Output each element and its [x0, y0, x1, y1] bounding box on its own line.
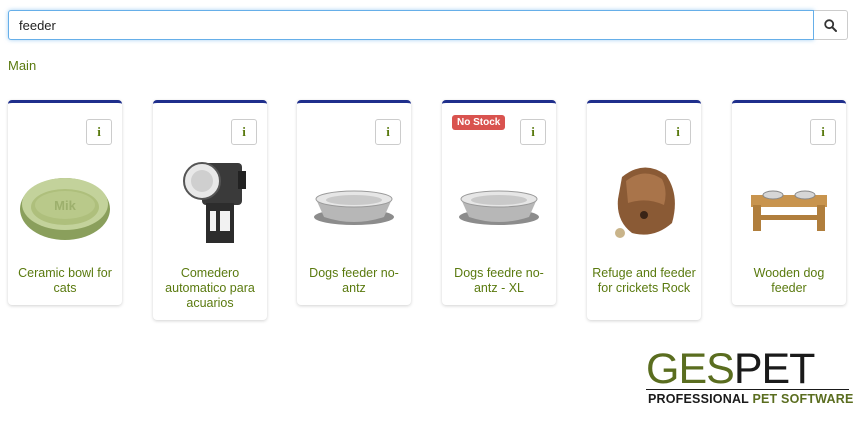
breadcrumb[interactable]: Main [8, 58, 36, 73]
product-card[interactable]: i Mik Ceramic bowl for cats [8, 100, 122, 305]
steel-bowl-image [459, 190, 539, 225]
product-title[interactable]: Dogs feeder no-antz [301, 266, 407, 296]
product-title[interactable]: Ceramic bowl for cats [12, 266, 118, 296]
logo-divider [646, 389, 849, 390]
rock-refuge-image [615, 167, 675, 238]
product-title[interactable]: Dogs feedre no-antz - XL [446, 266, 552, 296]
no-stock-badge: No Stock [452, 115, 506, 130]
logo-wordmark: GESPET [646, 345, 815, 393]
search-input[interactable] [8, 10, 814, 40]
product-title[interactable]: Refuge and feeder for crickets Rock [591, 266, 697, 296]
info-button[interactable]: i [86, 119, 112, 145]
product-card[interactable]: No Stock i Dogs feedre no-antz - XL [442, 100, 556, 305]
product-title[interactable]: Comedero automatico para acuarios [157, 266, 263, 311]
info-button[interactable]: i [810, 119, 836, 145]
svg-text:Mik: Mik [54, 198, 76, 213]
steel-bowl-image [314, 190, 394, 225]
product-card[interactable]: i Comedero automatico para acuarios [153, 100, 267, 320]
logo-tagline: PROFESSIONAL PET SOFTWARE [648, 392, 854, 406]
search-button[interactable] [814, 10, 848, 40]
ceramic-bowl-image: Mik [20, 178, 110, 240]
auto-feeder-image [183, 162, 246, 243]
search-bar [8, 10, 848, 40]
info-button[interactable]: i [231, 119, 257, 145]
product-card[interactable]: i Dogs feeder no-antz [297, 100, 411, 305]
gespet-logo: GESPET PROFESSIONAL PET SOFTWARE [646, 345, 854, 408]
info-button[interactable]: i [665, 119, 691, 145]
product-card[interactable]: i Wooden dog feeder [732, 100, 846, 305]
product-title[interactable]: Wooden dog feeder [736, 266, 842, 296]
page: Main i Mik Ceramic bowl for cats i Comed… [0, 0, 859, 425]
product-card[interactable]: i Refuge and feeder for crickets Rock [587, 100, 701, 320]
wooden-feeder-image [751, 190, 827, 231]
search-icon [824, 18, 837, 32]
info-button[interactable]: i [375, 119, 401, 145]
info-button[interactable]: i [520, 119, 546, 145]
